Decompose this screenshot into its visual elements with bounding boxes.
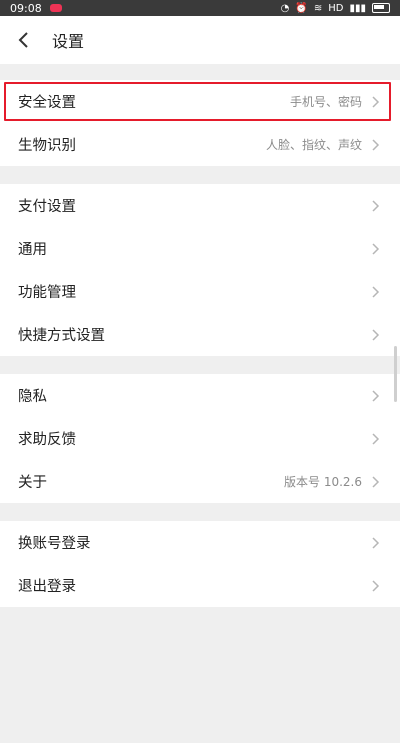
settings-group-general: 支付设置 通用 功能管理 快捷方式设置 xyxy=(0,184,400,356)
chevron-right-icon xyxy=(370,536,382,549)
chevron-right-icon xyxy=(370,138,382,151)
menu-item-label: 快捷方式设置 xyxy=(18,328,105,344)
menu-item-label: 隐私 xyxy=(18,389,47,405)
menu-item-security[interactable]: 安全设置 手机号、密码 xyxy=(0,80,400,123)
alarm-icon: ⏰ xyxy=(295,2,308,14)
settings-group-account: 安全设置 手机号、密码 生物识别 人脸、指纹、声纹 xyxy=(0,80,400,166)
menu-item-label: 通用 xyxy=(18,242,47,258)
wifi-icon: ≋ xyxy=(313,2,323,14)
chevron-right-icon xyxy=(370,432,382,445)
menu-item-label: 换账号登录 xyxy=(18,536,91,552)
chevron-right-icon xyxy=(370,242,382,255)
menu-item-about[interactable]: 关于 版本号 10.2.6 xyxy=(0,460,400,503)
page-title: 设置 xyxy=(52,32,85,51)
menu-item-feature-management[interactable]: 功能管理 xyxy=(0,270,400,313)
menu-item-biometrics[interactable]: 生物识别 人脸、指纹、声纹 xyxy=(0,123,400,166)
chevron-right-icon xyxy=(370,389,382,402)
spacer xyxy=(0,64,400,80)
menu-item-payment[interactable]: 支付设置 xyxy=(0,184,400,227)
menu-item-label: 生物识别 xyxy=(18,138,76,154)
menu-item-label: 支付设置 xyxy=(18,199,76,215)
scrollbar[interactable] xyxy=(394,346,397,402)
menu-item-label: 关于 xyxy=(18,475,47,491)
menu-item-label: 安全设置 xyxy=(18,95,76,111)
chevron-right-icon xyxy=(370,579,382,592)
chevron-right-icon xyxy=(370,475,382,488)
nav-bar: 设置 xyxy=(0,16,400,64)
status-time: 09:08 xyxy=(10,1,42,15)
menu-item-value: 版本号 10.2.6 xyxy=(284,475,362,489)
menu-item-help-feedback[interactable]: 求助反馈 xyxy=(0,417,400,460)
menu-item-label: 功能管理 xyxy=(18,285,76,301)
status-right: ◔ ⏰ ≋ HD ▮▮▮ xyxy=(281,3,390,14)
group-gap xyxy=(0,503,400,521)
group-gap xyxy=(0,166,400,184)
menu-item-switch-account[interactable]: 换账号登录 xyxy=(0,521,400,564)
cell-signal-icon: ▮▮▮ xyxy=(349,2,366,14)
menu-item-shortcut-settings[interactable]: 快捷方式设置 xyxy=(0,313,400,356)
menu-item-label: 求助反馈 xyxy=(18,432,76,448)
menu-item-logout[interactable]: 退出登录 xyxy=(0,564,400,607)
menu-item-value: 人脸、指纹、声纹 xyxy=(265,138,362,152)
battery-icon xyxy=(372,3,390,13)
chevron-right-icon xyxy=(370,328,382,341)
group-gap xyxy=(0,356,400,374)
menu-item-privacy[interactable]: 隐私 xyxy=(0,374,400,417)
status-bar: 09:08 ◔ ⏰ ≋ HD ▮▮▮ xyxy=(0,0,400,16)
menu-item-general[interactable]: 通用 xyxy=(0,227,400,270)
bottom-empty-area xyxy=(0,607,400,743)
settings-group-account-actions: 换账号登录 退出登录 xyxy=(0,521,400,607)
back-arrow-icon[interactable] xyxy=(16,25,46,55)
chevron-right-icon xyxy=(370,95,382,108)
notification-icon xyxy=(49,4,62,12)
network-label: HD xyxy=(328,2,344,14)
settings-group-support: 隐私 求助反馈 关于 版本号 10.2.6 xyxy=(0,374,400,503)
settings-page: 09:08 ◔ ⏰ ≋ HD ▮▮▮ 设置 安全设置 手机号、密码 生物识别 人… xyxy=(0,0,400,743)
signal-icon: ◔ xyxy=(280,2,290,14)
menu-item-value: 手机号、密码 xyxy=(289,95,362,109)
menu-item-label: 退出登录 xyxy=(18,579,76,595)
chevron-right-icon xyxy=(370,285,382,298)
status-left: 09:08 xyxy=(10,2,62,15)
chevron-right-icon xyxy=(370,199,382,212)
